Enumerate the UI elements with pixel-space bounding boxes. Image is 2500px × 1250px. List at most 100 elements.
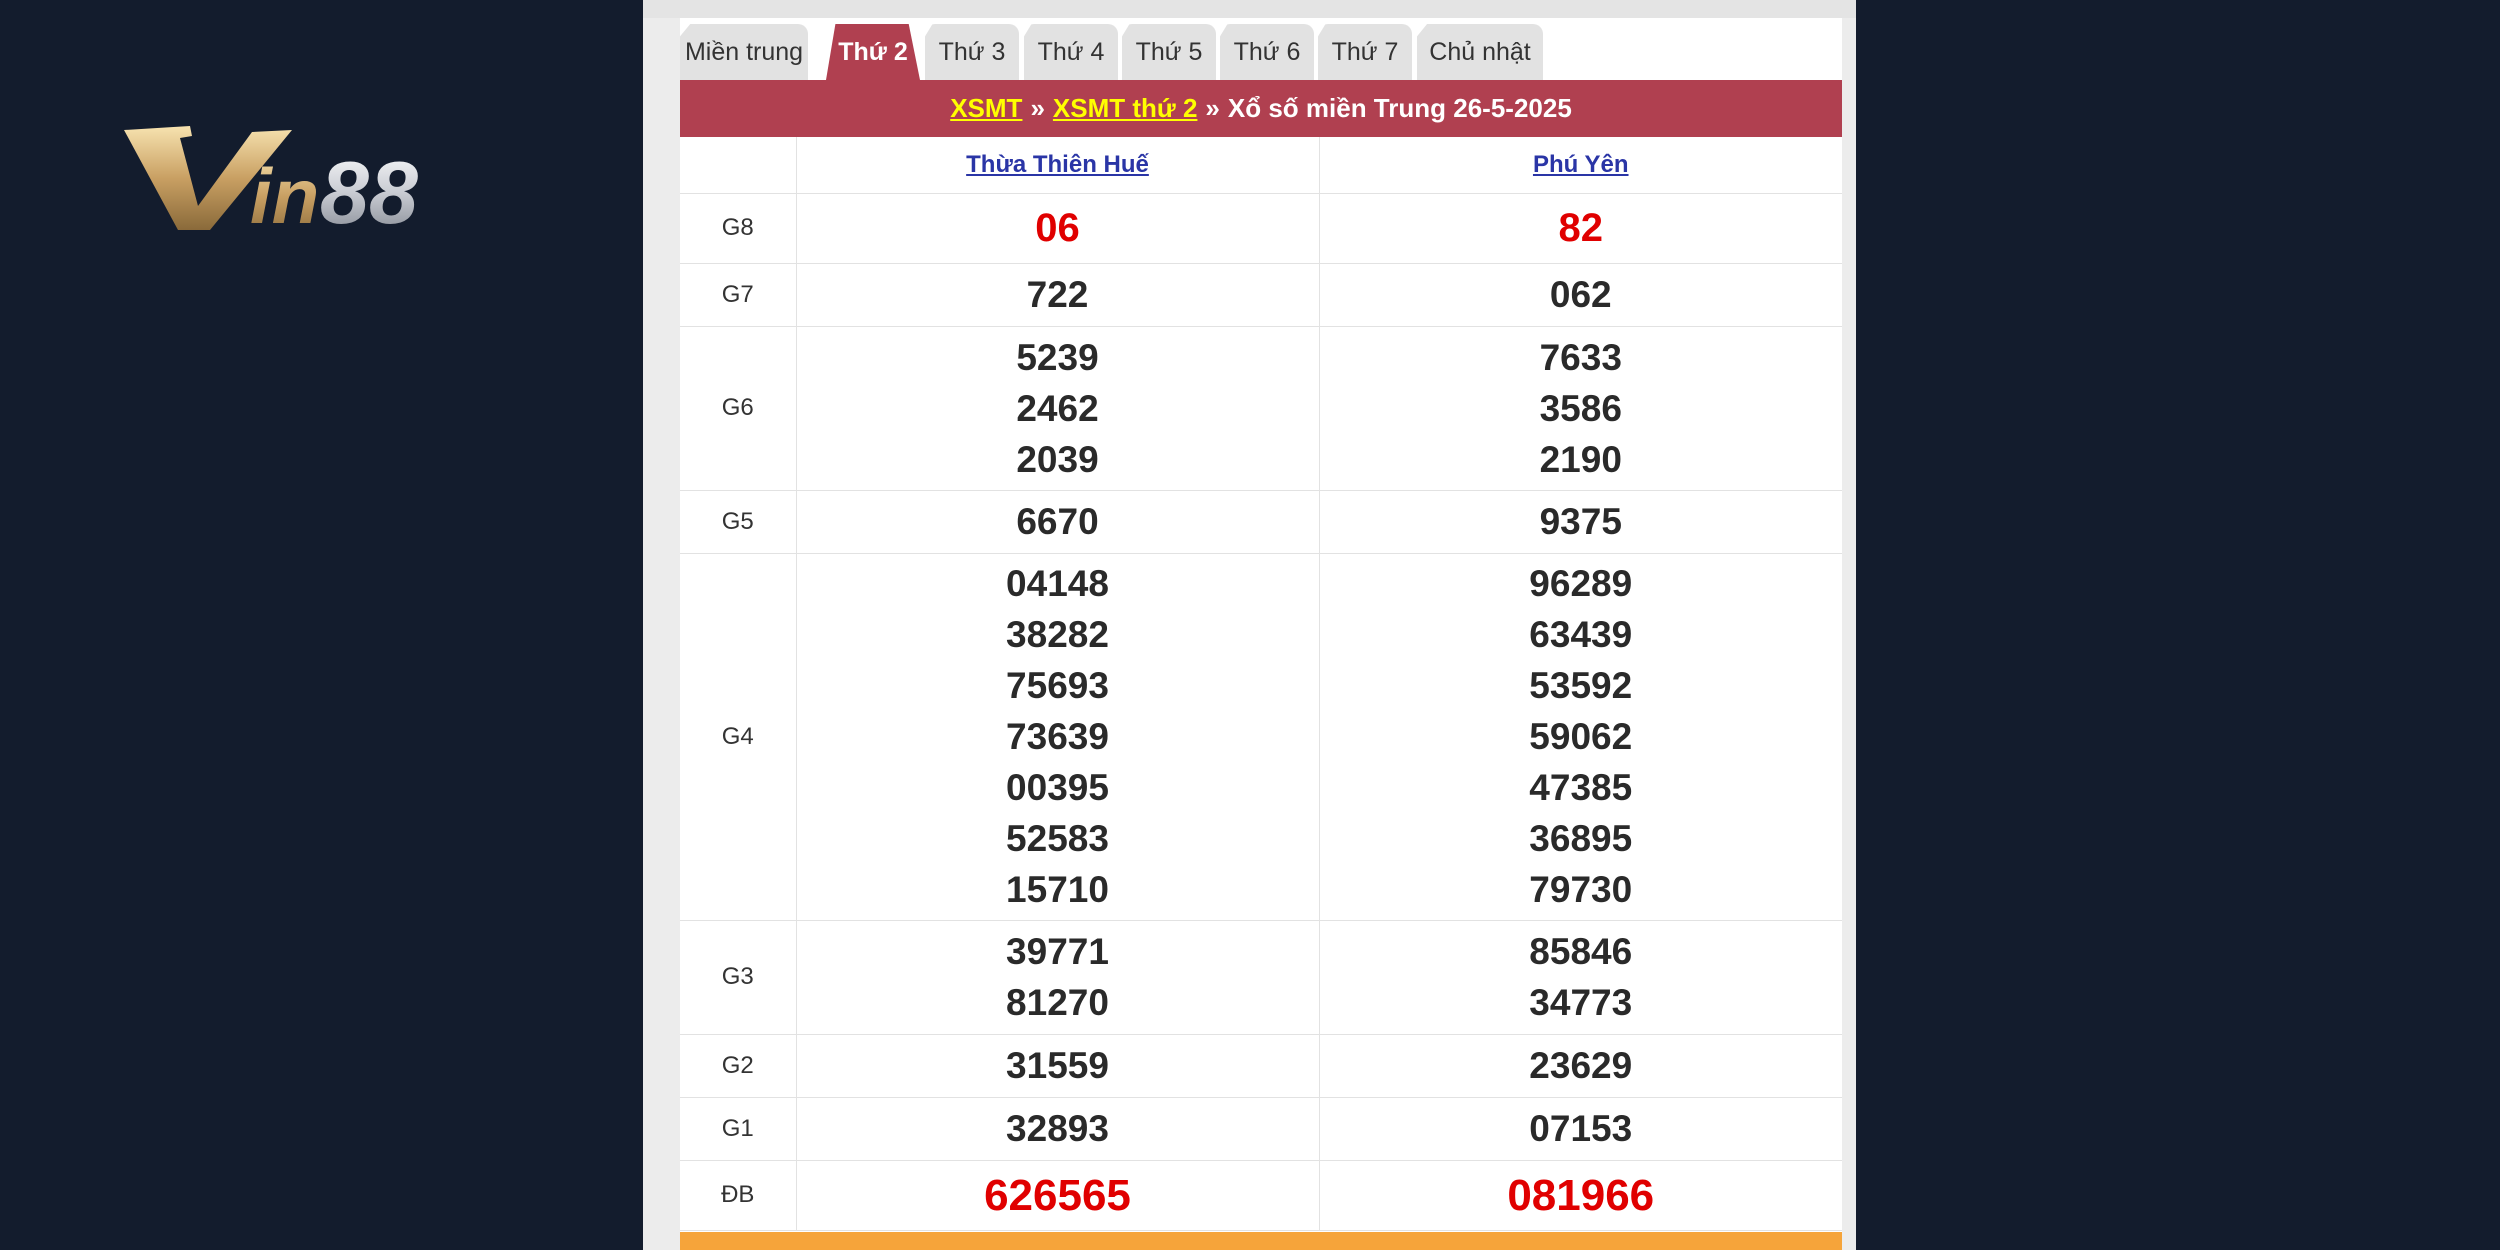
result-number: 3586 [1539, 387, 1622, 429]
prize-label: G7 [680, 263, 796, 327]
prize-label: G6 [680, 326, 796, 491]
g7-phu-yen: 062 [1318, 263, 1842, 327]
results-panel: Miền trung Thứ 2 Thứ 3 Thứ 4 Thứ 5 Thứ 6… [643, 0, 1856, 1250]
xsmt-thu-2-link[interactable]: XSMT thứ 2 [1053, 93, 1198, 124]
tab-label: Thứ 3 [938, 37, 1006, 66]
svg-text:in: in [250, 152, 319, 238]
prize-row-g2: G2 31559 23629 [680, 1034, 1842, 1098]
tab-thu-4[interactable]: Thứ 4 [1024, 24, 1118, 80]
result-number: 2039 [1016, 438, 1099, 480]
result-number: 81270 [1006, 982, 1109, 1023]
breadcrumb-separator: » [1030, 93, 1045, 123]
g2-hue: 31559 [795, 1034, 1319, 1098]
tab-label: Thứ 2 [838, 37, 908, 66]
result-number: 47385 [1529, 767, 1633, 808]
result-number: 34773 [1529, 982, 1633, 1023]
result-number: 5239 [1016, 336, 1099, 378]
prize-row-g4: G4 04148 38282 75693 73639 00395 52583 1… [680, 553, 1842, 921]
result-number: 85846 [1529, 931, 1633, 972]
province-phu-yen-cell: Phú Yên [1318, 137, 1842, 194]
result-number: 722 [1026, 274, 1089, 315]
prize-row-g5: G5 6670 9375 [680, 490, 1842, 554]
result-number: 75693 [1006, 665, 1109, 706]
result-number: 2462 [1016, 387, 1099, 429]
tab-label: Chủ nhật [1429, 37, 1531, 66]
tab-thu-7[interactable]: Thứ 7 [1318, 24, 1412, 80]
result-number: 062 [1549, 274, 1612, 315]
panel-top-strip [643, 0, 1856, 18]
prize-label: G1 [680, 1097, 796, 1161]
result-number: 53592 [1529, 665, 1633, 706]
result-number: 36895 [1529, 818, 1633, 859]
result-number: 06 [1035, 205, 1080, 250]
result-number: 79730 [1529, 869, 1633, 910]
tab-mien-trung[interactable]: Miền trung [680, 24, 808, 80]
result-number: 59062 [1529, 716, 1633, 757]
results-table: Thừa Thiên Huế Phú Yên G8 06 82 G7 722 0… [680, 137, 1842, 1231]
result-number: 73639 [1006, 716, 1109, 757]
results-title-text: Xổ số miền Trung 26-5-2025 [1227, 93, 1572, 123]
result-number: 7633 [1539, 336, 1622, 378]
tab-thu-3[interactable]: Thứ 3 [925, 24, 1019, 80]
g4-phu-yen: 96289 63439 53592 59062 47385 36895 7973… [1318, 553, 1842, 921]
prize-label: G2 [680, 1034, 796, 1098]
result-number: 96289 [1529, 563, 1633, 604]
result-number: 38282 [1006, 614, 1109, 655]
tab-chu-nhat[interactable]: Chủ nhật [1417, 24, 1543, 80]
tab-label: Thứ 5 [1135, 37, 1203, 66]
results-content: Miền trung Thứ 2 Thứ 3 Thứ 4 Thứ 5 Thứ 6… [680, 18, 1842, 1250]
g5-hue: 6670 [795, 490, 1319, 554]
prize-label: ĐB [680, 1160, 796, 1231]
g4-hue: 04148 38282 75693 73639 00395 52583 1571… [795, 553, 1319, 921]
result-number: 39771 [1006, 931, 1109, 972]
prize-row-g7: G7 722 062 [680, 263, 1842, 327]
prize-label: G8 [680, 193, 796, 264]
results-title-bar: XSMT » XSMT thứ 2 » Xổ số miền Trung 26-… [680, 80, 1842, 137]
orange-footer-bar [680, 1232, 1842, 1250]
province-hue-cell: Thừa Thiên Huế [795, 137, 1319, 194]
result-number: 23629 [1529, 1045, 1633, 1086]
tab-label: Thứ 4 [1037, 37, 1105, 66]
result-number: 04148 [1006, 563, 1109, 604]
tab-label: Thứ 6 [1233, 37, 1301, 66]
tab-thu-2[interactable]: Thứ 2 [826, 24, 920, 80]
db-phu-yen: 081966 [1318, 1160, 1842, 1231]
prize-label: G3 [680, 920, 796, 1035]
result-number: 31559 [1006, 1045, 1109, 1086]
province-header-row: Thừa Thiên Huế Phú Yên [680, 137, 1842, 194]
result-number: 15710 [1006, 869, 1109, 910]
prize-label: G4 [680, 553, 796, 921]
tab-label: Thứ 7 [1331, 37, 1399, 66]
prize-row-g3: G3 39771 81270 85846 34773 [680, 920, 1842, 1035]
g6-phu-yen: 7633 3586 2190 [1318, 326, 1842, 491]
prize-header-cell [680, 137, 796, 194]
province-phu-yen-link[interactable]: Phú Yên [1533, 151, 1629, 178]
prize-row-g6: G6 5239 2462 2039 7633 3586 2190 [680, 326, 1842, 491]
breadcrumb-separator: » [1205, 93, 1220, 123]
g7-hue: 722 [795, 263, 1319, 327]
result-number: 82 [1558, 205, 1604, 250]
db-hue: 626565 [795, 1160, 1319, 1231]
result-number: 6670 [1016, 501, 1099, 542]
result-number: 081966 [1507, 1170, 1655, 1220]
g8-phu-yen: 82 [1318, 193, 1842, 264]
result-number: 07153 [1529, 1108, 1633, 1149]
tab-thu-6[interactable]: Thứ 6 [1220, 24, 1314, 80]
tab-thu-5[interactable]: Thứ 5 [1122, 24, 1216, 80]
g2-phu-yen: 23629 [1318, 1034, 1842, 1098]
prize-label: G5 [680, 490, 796, 554]
xsmt-link[interactable]: XSMT [950, 93, 1022, 124]
result-number: 626565 [984, 1170, 1131, 1220]
g3-hue: 39771 81270 [795, 920, 1319, 1035]
vin88-logo: in 88 [120, 118, 480, 242]
province-hue-link[interactable]: Thừa Thiên Huế [966, 151, 1149, 178]
day-tabs: Miền trung Thứ 2 Thứ 3 Thứ 4 Thứ 5 Thứ 6… [680, 24, 1842, 80]
tab-label: Miền trung [684, 37, 804, 66]
g6-hue: 5239 2462 2039 [795, 326, 1319, 491]
prize-row-db: ĐB 626565 081966 [680, 1160, 1842, 1231]
result-number: 52583 [1006, 818, 1109, 859]
result-number: 63439 [1529, 614, 1633, 655]
prize-row-g8: G8 06 82 [680, 193, 1842, 264]
g3-phu-yen: 85846 34773 [1318, 920, 1842, 1035]
vin88-logo-image: in 88 [124, 126, 418, 242]
